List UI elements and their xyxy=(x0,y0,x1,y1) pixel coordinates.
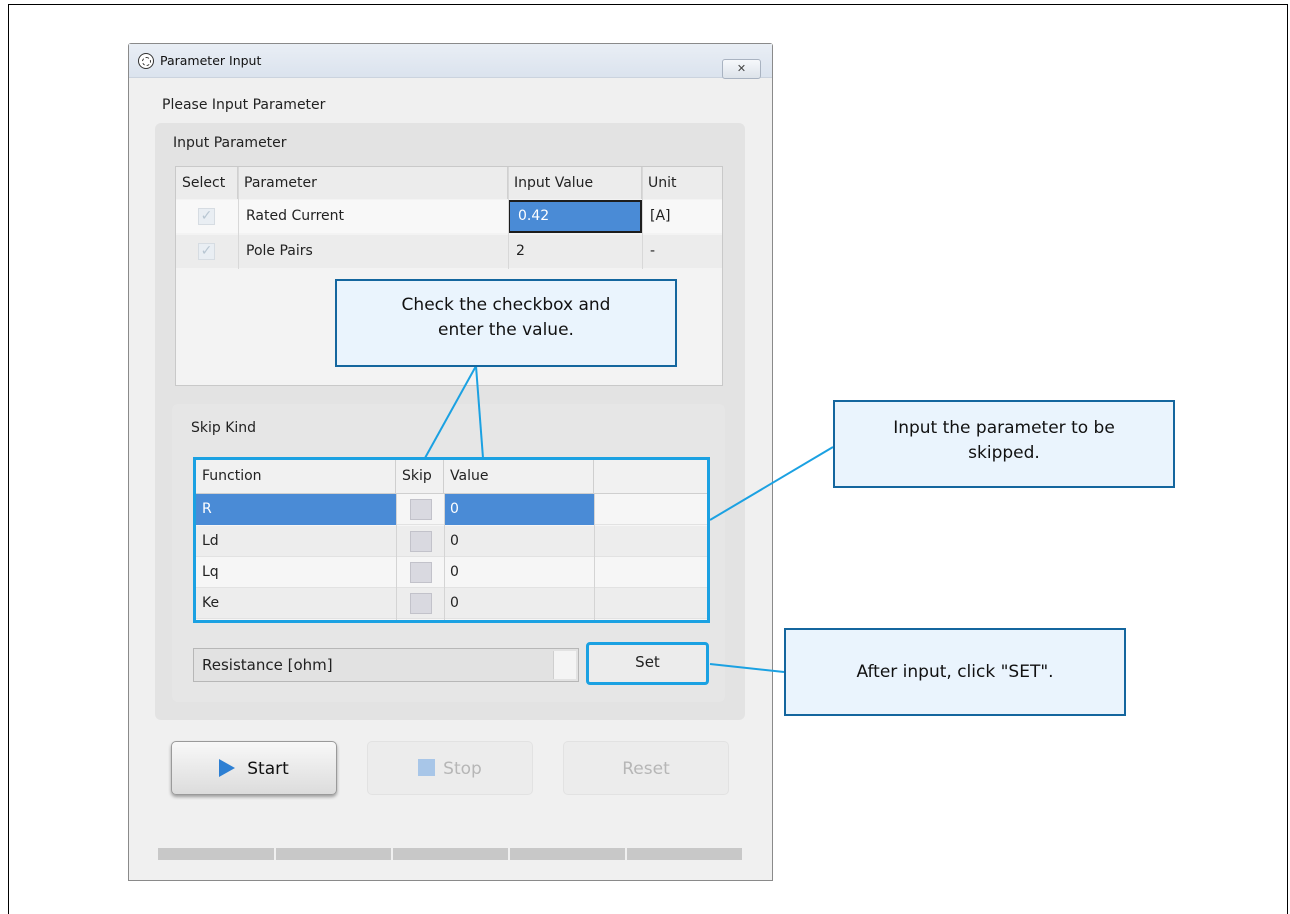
callout-checkbox-instruction: Check the checkbox and enter the value. xyxy=(335,279,677,367)
callout-text: Check the checkbox and xyxy=(401,295,611,315)
connector-line xyxy=(475,365,484,459)
callout-set-instruction: After input, click "SET". xyxy=(784,628,1126,716)
callout-text: enter the value. xyxy=(438,319,574,340)
callout-text: skipped. xyxy=(968,442,1040,463)
connector-line xyxy=(709,663,785,673)
callout-skip-instruction: Input the parameter to be skipped. xyxy=(833,400,1175,488)
connector-line xyxy=(709,446,834,521)
callout-text: Input the parameter to be xyxy=(893,418,1115,438)
connector-line xyxy=(424,365,477,459)
